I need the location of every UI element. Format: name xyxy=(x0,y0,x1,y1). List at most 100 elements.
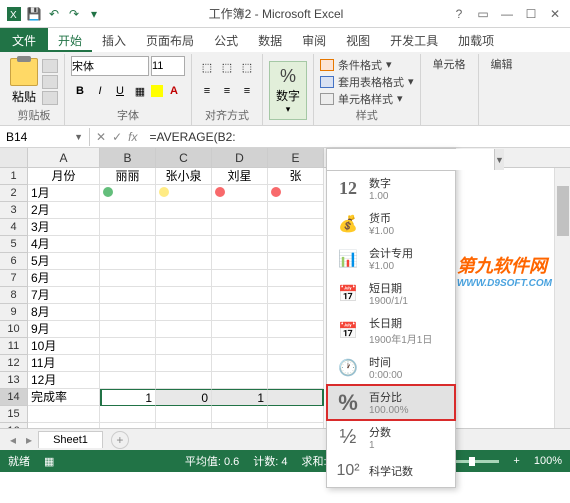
zoom-level[interactable]: 100% xyxy=(534,455,562,467)
formula-input[interactable]: =AVERAGE(B2: xyxy=(143,128,570,146)
cell[interactable] xyxy=(156,236,212,253)
cell[interactable] xyxy=(212,423,268,428)
cell[interactable] xyxy=(268,219,324,236)
cell[interactable] xyxy=(100,304,156,321)
cell[interactable]: 1 xyxy=(212,389,268,406)
row-header[interactable]: 11 xyxy=(0,338,28,355)
cell[interactable] xyxy=(268,185,324,202)
row-header[interactable]: 5 xyxy=(0,236,28,253)
cell[interactable]: 10月 xyxy=(28,338,100,355)
cell[interactable] xyxy=(156,338,212,355)
help-icon[interactable]: ? xyxy=(450,7,468,21)
accept-formula-icon[interactable]: ✓ xyxy=(112,130,122,144)
cell[interactable]: 1 xyxy=(100,389,156,406)
cell[interactable] xyxy=(100,202,156,219)
row-header[interactable]: 1 xyxy=(0,168,28,185)
cell[interactable]: 3月 xyxy=(28,219,100,236)
row-header[interactable]: 3 xyxy=(0,202,28,219)
format-option-currency[interactable]: 💰货币¥1.00 xyxy=(327,206,455,241)
cell[interactable] xyxy=(100,185,156,202)
vertical-scrollbar[interactable] xyxy=(554,168,570,428)
save-icon[interactable]: 💾 xyxy=(26,6,42,22)
cell[interactable] xyxy=(156,304,212,321)
layout-tab[interactable]: 页面布局 xyxy=(136,28,204,52)
cell[interactable] xyxy=(268,287,324,304)
cell[interactable] xyxy=(212,236,268,253)
conditional-format-button[interactable]: 条件格式▾ xyxy=(320,57,414,73)
font-size-select[interactable] xyxy=(151,56,185,76)
cell[interactable] xyxy=(156,355,212,372)
border-button[interactable]: ▦ xyxy=(131,82,149,100)
row-header[interactable]: 14 xyxy=(0,389,28,406)
cell[interactable]: 6月 xyxy=(28,270,100,287)
cell[interactable] xyxy=(212,253,268,270)
cell[interactable] xyxy=(100,236,156,253)
cell[interactable] xyxy=(100,355,156,372)
cell[interactable] xyxy=(268,270,324,287)
cell[interactable] xyxy=(212,372,268,389)
column-header[interactable]: E xyxy=(268,148,324,167)
number-format-button[interactable]: % 数字 ▾ xyxy=(269,61,307,120)
cell[interactable] xyxy=(212,270,268,287)
underline-button[interactable]: U xyxy=(111,82,129,100)
ribbon-options-icon[interactable]: ▭ xyxy=(474,7,492,21)
row-header[interactable]: 16 xyxy=(0,423,28,428)
align-top-icon[interactable]: ⬚ xyxy=(198,58,216,76)
format-option-time[interactable]: 🕐时间0:00:00 xyxy=(327,350,455,385)
cell[interactable] xyxy=(156,321,212,338)
insert-tab[interactable]: 插入 xyxy=(92,28,136,52)
file-tab[interactable]: 文件 xyxy=(0,28,48,52)
home-tab[interactable]: 开始 xyxy=(48,28,92,52)
close-icon[interactable]: ✕ xyxy=(546,7,564,21)
row-header[interactable]: 6 xyxy=(0,253,28,270)
format-option-percent[interactable]: %百分比100.00% xyxy=(327,385,455,420)
row-header[interactable]: 7 xyxy=(0,270,28,287)
cell[interactable] xyxy=(100,406,156,423)
cell[interactable] xyxy=(212,304,268,321)
cell[interactable] xyxy=(156,406,212,423)
format-painter-icon[interactable] xyxy=(42,91,58,105)
cell[interactable]: 月份 xyxy=(28,168,100,185)
add-sheet-button[interactable]: + xyxy=(111,431,129,449)
addins-tab[interactable]: 加载项 xyxy=(448,28,504,52)
sheet-nav-next-icon[interactable]: ▸ xyxy=(22,433,36,447)
cell[interactable] xyxy=(156,202,212,219)
column-header[interactable]: A xyxy=(28,148,100,167)
column-header[interactable]: D xyxy=(212,148,268,167)
chevron-down-icon[interactable]: ▼ xyxy=(494,149,504,170)
name-box[interactable]: B14 ▼ xyxy=(0,128,90,146)
row-header[interactable]: 2 xyxy=(0,185,28,202)
column-header[interactable]: B xyxy=(100,148,156,167)
view-tab[interactable]: 视图 xyxy=(336,28,380,52)
cell[interactable] xyxy=(28,406,100,423)
cell[interactable] xyxy=(268,355,324,372)
row-header[interactable]: 13 xyxy=(0,372,28,389)
developer-tab[interactable]: 开发工具 xyxy=(380,28,448,52)
italic-button[interactable]: I xyxy=(91,82,109,100)
cell[interactable] xyxy=(100,338,156,355)
redo-icon[interactable]: ↷ xyxy=(66,6,82,22)
format-option-shortdate[interactable]: 📅短日期1900/1/1 xyxy=(327,276,455,311)
macro-record-icon[interactable]: ▦ xyxy=(44,455,54,468)
cell[interactable] xyxy=(268,389,324,406)
cell[interactable] xyxy=(100,372,156,389)
cell[interactable]: 丽丽 xyxy=(100,168,156,185)
cell[interactable]: 12月 xyxy=(28,372,100,389)
cell[interactable]: 完成率 xyxy=(28,389,100,406)
column-header[interactable]: C xyxy=(156,148,212,167)
data-tab[interactable]: 数据 xyxy=(248,28,292,52)
cell[interactable] xyxy=(156,253,212,270)
align-center-icon[interactable]: ≡ xyxy=(218,82,236,100)
format-option-12[interactable]: 12数字1.00 xyxy=(327,171,455,206)
align-left-icon[interactable]: ≡ xyxy=(198,82,216,100)
format-option-longdate[interactable]: 📅长日期1900年1月1日 xyxy=(327,311,455,350)
copy-icon[interactable] xyxy=(42,75,58,89)
cell[interactable] xyxy=(268,423,324,428)
cell[interactable]: 2月 xyxy=(28,202,100,219)
cell[interactable]: 5月 xyxy=(28,253,100,270)
paste-button[interactable]: 粘贴 xyxy=(10,58,38,105)
chevron-down-icon[interactable]: ▼ xyxy=(74,132,83,142)
row-header[interactable]: 10 xyxy=(0,321,28,338)
cell[interactable] xyxy=(156,219,212,236)
align-bottom-icon[interactable]: ⬚ xyxy=(238,58,256,76)
